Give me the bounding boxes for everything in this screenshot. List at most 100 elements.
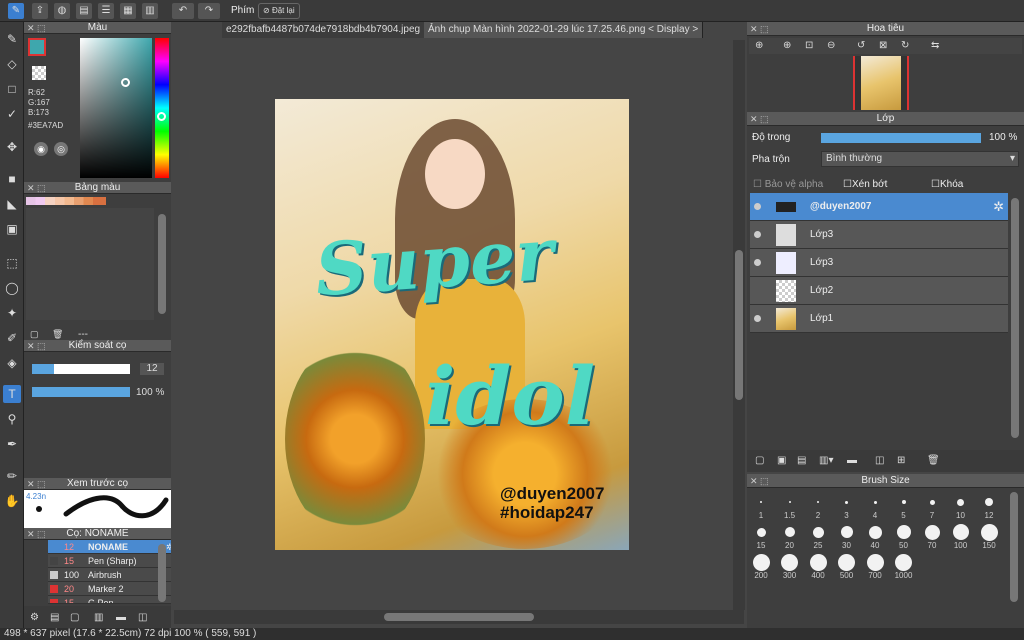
brush-size-scrollbar[interactable] bbox=[1010, 492, 1018, 602]
close-icon[interactable]: ✕ ⬚ bbox=[750, 474, 769, 488]
document-icon[interactable]: ▤ bbox=[76, 3, 92, 19]
brush-size-dot[interactable] bbox=[756, 527, 766, 537]
close-icon[interactable]: ✕ ⬚ bbox=[27, 340, 46, 352]
select-tool-icon[interactable]: ⬚ bbox=[3, 254, 21, 272]
brush-size-dot[interactable] bbox=[812, 526, 824, 538]
hue-cursor[interactable] bbox=[157, 112, 166, 121]
close-icon[interactable]: ✕ ⬚ bbox=[750, 22, 769, 36]
brush-size-dot[interactable] bbox=[873, 500, 877, 504]
brush-size-dot[interactable] bbox=[901, 500, 906, 504]
close-icon[interactable]: ✕ ⬚ bbox=[750, 112, 769, 126]
canvas[interactable]: Super idol @duyen2007 #hoidap247 bbox=[275, 99, 629, 550]
brush-size-dot[interactable] bbox=[896, 525, 911, 539]
merge-layer-icon[interactable]: ⊞ bbox=[897, 455, 905, 466]
brush-size-dot[interactable] bbox=[752, 553, 770, 571]
gear-icon[interactable]: ✲ bbox=[166, 540, 171, 554]
select-eraser-icon[interactable]: ◈ bbox=[3, 354, 21, 372]
chat-icon[interactable]: ◍ bbox=[54, 3, 70, 19]
brush-size-dot[interactable] bbox=[980, 523, 998, 541]
v-scrollbar[interactable] bbox=[735, 250, 743, 400]
undo-icon[interactable]: ↶ bbox=[172, 3, 194, 19]
rotate-reset-icon[interactable]: ⊠ bbox=[879, 40, 887, 51]
magic-wand-icon[interactable]: ✦ bbox=[3, 304, 21, 322]
color-set-icon[interactable]: ◎ bbox=[54, 142, 68, 156]
picker-cursor[interactable] bbox=[121, 78, 130, 87]
brush-tool-icon[interactable]: ✎ bbox=[3, 30, 21, 48]
rect-select-tool-icon[interactable]: □ bbox=[3, 80, 21, 98]
operation-tool-icon[interactable]: ⚲ bbox=[3, 410, 21, 428]
rotate-right-icon[interactable]: ↻ bbox=[901, 40, 909, 51]
bucket-tool-icon[interactable]: ◣ bbox=[3, 195, 21, 213]
fit-icon[interactable]: ⊡ bbox=[805, 40, 813, 51]
eyedropper-tool-icon[interactable]: ✒ bbox=[3, 435, 21, 453]
lasso-tool-icon[interactable]: ◯ bbox=[3, 279, 21, 297]
layer-item[interactable]: @duyen2007 ✲ bbox=[750, 193, 1008, 221]
import-layer-icon[interactable]: ▤ bbox=[797, 455, 806, 466]
brush-size-dot[interactable] bbox=[924, 524, 940, 540]
folder-icon[interactable]: ▬ bbox=[116, 612, 126, 623]
zoom-out-icon[interactable]: ⊖ bbox=[827, 40, 835, 51]
flip-icon[interactable]: ⇆ bbox=[931, 40, 939, 51]
close-icon[interactable]: ✕ ⬚ bbox=[27, 182, 46, 194]
brush-size-dot[interactable] bbox=[866, 553, 884, 571]
tab-png[interactable]: Ảnh chụp Màn hình 2022-01-29 lúc 17.25.4… bbox=[424, 22, 704, 38]
brush-size-dot[interactable] bbox=[895, 553, 912, 571]
brush-item[interactable]: 15 G Pen bbox=[48, 596, 171, 604]
layer-menu-icon[interactable]: ▥▾ bbox=[819, 455, 833, 466]
brush-size-dot[interactable] bbox=[957, 498, 964, 506]
layout-icon[interactable]: ▥ bbox=[142, 3, 158, 19]
eye-icon[interactable] bbox=[754, 259, 761, 266]
eye-icon[interactable] bbox=[754, 231, 761, 238]
eye-icon[interactable] bbox=[754, 203, 761, 210]
hue-slider[interactable] bbox=[155, 38, 169, 178]
brush-size-dot[interactable] bbox=[840, 526, 853, 538]
lock-checkbox[interactable]: ☐Khóa bbox=[931, 179, 963, 190]
duplicate-layer-icon[interactable]: ◫ bbox=[875, 455, 884, 466]
brush-size-slider[interactable] bbox=[32, 364, 130, 374]
brush-opacity-slider[interactable] bbox=[32, 387, 130, 397]
duplicate-icon[interactable]: ◫ bbox=[138, 612, 147, 623]
new-layer-icon[interactable]: ▢ bbox=[755, 455, 764, 466]
brush-item[interactable]: 15 Pen (Sharp) bbox=[48, 554, 171, 568]
rotate-left-icon[interactable]: ↺ bbox=[857, 40, 865, 51]
brush-size-dot[interactable] bbox=[809, 553, 827, 571]
zoom-in-2-icon[interactable]: ⊕ bbox=[783, 40, 791, 51]
folder-icon[interactable]: ▬ bbox=[847, 455, 857, 466]
brush-size-dot[interactable] bbox=[985, 498, 993, 506]
fill-rect-tool-icon[interactable]: ■ bbox=[3, 170, 21, 188]
brush-folder-icon[interactable]: ▤ bbox=[50, 612, 59, 623]
brush-doc-icon[interactable]: ▥ bbox=[94, 612, 103, 623]
brush-size-dot[interactable] bbox=[838, 553, 855, 571]
pen-tool-icon[interactable]: ✏ bbox=[3, 467, 21, 485]
layer-opacity-slider[interactable] bbox=[821, 133, 981, 143]
layer-item[interactable]: Lớp1 bbox=[750, 305, 1008, 333]
brush-size-value[interactable]: 12 bbox=[140, 363, 164, 375]
grid-icon[interactable]: ▦ bbox=[120, 3, 136, 19]
trash-icon[interactable]: 🗑 bbox=[52, 329, 63, 340]
redo-icon[interactable]: ↷ bbox=[198, 3, 220, 19]
text-tool-icon[interactable]: T bbox=[3, 385, 21, 403]
eye-icon[interactable] bbox=[754, 315, 761, 322]
clipping-checkbox[interactable]: ☐Xén bớt bbox=[843, 179, 887, 190]
layer-item[interactable]: Lớp2 bbox=[750, 277, 1008, 305]
select-pen-icon[interactable]: ✐ bbox=[3, 329, 21, 347]
new-layer-2-icon[interactable]: ▣ bbox=[777, 455, 786, 466]
brush-size-dot[interactable] bbox=[868, 525, 882, 539]
close-icon[interactable]: ✕ ⬚ bbox=[27, 478, 46, 490]
gear-icon[interactable]: ✲ bbox=[993, 199, 1004, 215]
brush-item[interactable]: 12 NONAME ✲ bbox=[48, 540, 171, 554]
share-icon[interactable]: ⇪ bbox=[32, 3, 48, 19]
palette-swatches[interactable] bbox=[26, 197, 106, 205]
brush-item[interactable]: 100 Airbrush bbox=[48, 568, 171, 582]
list-icon[interactable]: ☰ bbox=[98, 3, 114, 19]
brush-size-dot[interactable] bbox=[760, 501, 762, 503]
transparent-swatch[interactable] bbox=[32, 66, 46, 80]
tab-jpeg[interactable]: e292fbafb4487b074de7918bdb4b7904.jpeg bbox=[222, 22, 426, 38]
zoom-in-icon[interactable]: ⊕ bbox=[755, 40, 763, 51]
check-tool-icon[interactable]: ✓ bbox=[3, 105, 21, 123]
layer-item[interactable]: Lớp3 bbox=[750, 249, 1008, 277]
h-scrollbar[interactable] bbox=[384, 613, 534, 621]
brush-item[interactable]: 20 Marker 2 bbox=[48, 582, 171, 596]
saturation-value-picker[interactable] bbox=[80, 38, 152, 178]
brush-size-dot[interactable] bbox=[845, 500, 848, 504]
